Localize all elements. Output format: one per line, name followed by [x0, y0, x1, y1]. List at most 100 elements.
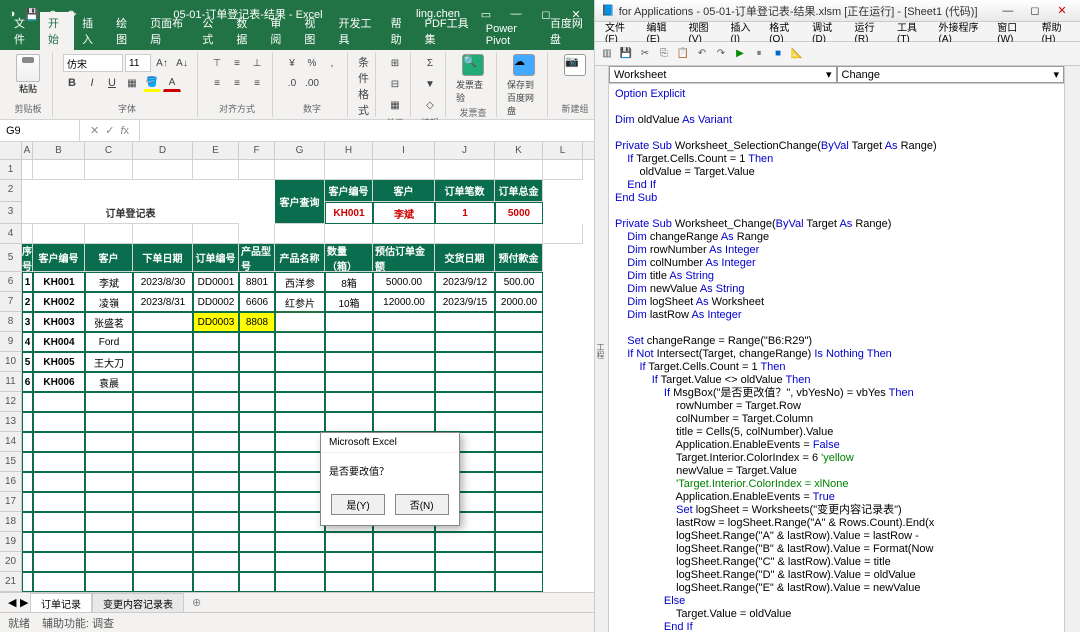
empty-cell[interactable] [275, 432, 325, 452]
align-middle-icon[interactable]: ≡ [228, 54, 246, 72]
ribbon-tab-6[interactable]: 数据 [228, 12, 262, 50]
column-header[interactable]: B [33, 142, 85, 159]
border-icon[interactable]: ▦ [123, 74, 141, 92]
empty-cell[interactable] [239, 472, 275, 492]
cell[interactable] [275, 224, 325, 244]
data-cell[interactable] [275, 352, 325, 372]
bold-icon[interactable]: B [63, 74, 81, 92]
data-cell[interactable] [133, 372, 193, 392]
empty-cell[interactable] [193, 432, 239, 452]
data-cell[interactable] [239, 332, 275, 352]
empty-cell[interactable] [275, 552, 325, 572]
empty-cell[interactable] [22, 532, 33, 552]
empty-cell[interactable] [435, 412, 495, 432]
empty-cell[interactable] [22, 432, 33, 452]
vba-view-excel-icon[interactable]: ▥ [599, 46, 615, 62]
currency-icon[interactable]: ¥ [283, 54, 301, 72]
data-cell[interactable] [133, 332, 193, 352]
table-header-cell[interactable]: 下单日期 [133, 244, 193, 272]
data-cell[interactable] [373, 372, 435, 392]
invoice-check-button[interactable]: 🔍发票查验 [456, 54, 490, 104]
data-cell[interactable]: 李斌 [85, 272, 133, 292]
data-cell[interactable]: Ford [85, 332, 133, 352]
percent-icon[interactable]: % [303, 54, 321, 72]
empty-cell[interactable] [495, 572, 543, 592]
table-header-cell[interactable]: 序号 [22, 244, 33, 272]
empty-cell[interactable] [85, 552, 133, 572]
row-header[interactable]: 16 [0, 472, 22, 492]
column-header[interactable]: F [239, 142, 275, 159]
empty-cell[interactable] [33, 512, 85, 532]
vba-vertical-scrollbar[interactable] [1064, 66, 1080, 632]
row-header[interactable]: 1 [0, 160, 22, 180]
align-right-icon[interactable]: ≡ [248, 74, 266, 92]
align-bottom-icon[interactable]: ⊥ [248, 54, 266, 72]
empty-cell[interactable] [193, 472, 239, 492]
cell[interactable] [33, 224, 85, 244]
empty-cell[interactable] [239, 392, 275, 412]
empty-cell[interactable] [133, 512, 193, 532]
vba-save-icon[interactable]: 💾 [618, 46, 634, 62]
vba-object-dropdown[interactable]: Worksheet▾ [609, 66, 837, 83]
font-size-select[interactable]: 11 [125, 54, 151, 72]
empty-cell[interactable] [85, 472, 133, 492]
cell[interactable] [133, 224, 193, 244]
insert-icon[interactable]: ⊞ [386, 54, 404, 72]
empty-cell[interactable] [133, 532, 193, 552]
empty-cell[interactable] [239, 512, 275, 532]
ribbon-tab-11[interactable]: PDF工具集 [417, 12, 478, 50]
empty-cell[interactable] [239, 432, 275, 452]
empty-cell[interactable] [33, 392, 85, 412]
row-header[interactable]: 7 [0, 292, 22, 312]
column-header[interactable]: H [325, 142, 373, 159]
new-sheet-icon[interactable]: ⊕ [184, 596, 209, 609]
table-header-cell[interactable]: 订单编号 [193, 244, 239, 272]
data-cell[interactable]: 5000.00 [373, 272, 435, 292]
cell[interactable] [239, 160, 275, 180]
increase-decimal-icon[interactable]: .0 [283, 74, 301, 92]
enter-icon[interactable]: ✓ [105, 124, 114, 137]
data-cell[interactable]: 王大刀 [85, 352, 133, 372]
empty-cell[interactable] [22, 572, 33, 592]
row-header[interactable]: 21 [0, 572, 22, 592]
vba-undo-icon[interactable]: ↶ [694, 46, 710, 62]
data-cell[interactable]: 西洋参 [275, 272, 325, 292]
row-header[interactable]: 8 [0, 312, 22, 332]
vba-paste-icon[interactable]: 📋 [675, 46, 691, 62]
vba-cut-icon[interactable]: ✂ [637, 46, 653, 62]
column-header[interactable]: L [543, 142, 583, 159]
row-header[interactable]: 17 [0, 492, 22, 512]
data-cell[interactable]: 3 [22, 312, 33, 332]
data-cell[interactable]: DD0002 [193, 292, 239, 312]
empty-cell[interactable] [193, 412, 239, 432]
ribbon-tab-0[interactable]: 文件 [6, 12, 40, 50]
data-cell[interactable] [193, 352, 239, 372]
empty-cell[interactable] [495, 492, 543, 512]
empty-cell[interactable] [33, 452, 85, 472]
column-header[interactable]: C [85, 142, 133, 159]
data-cell[interactable]: 8箱 [325, 272, 373, 292]
data-cell[interactable]: 12000.00 [373, 292, 435, 312]
empty-cell[interactable] [275, 532, 325, 552]
cell[interactable] [373, 160, 435, 180]
table-header-cell[interactable]: 产品型号 [239, 244, 275, 272]
empty-cell[interactable] [435, 532, 495, 552]
empty-cell[interactable] [133, 452, 193, 472]
cell[interactable] [495, 224, 543, 244]
ribbon-tab-12[interactable]: Power Pivot [478, 20, 542, 50]
vba-code-editor[interactable]: Option Explicit Dim oldValue As Variant … [609, 84, 1064, 632]
data-cell[interactable] [435, 332, 495, 352]
empty-cell[interactable] [22, 512, 33, 532]
empty-cell[interactable] [275, 472, 325, 492]
data-cell[interactable]: DD0003 [193, 312, 239, 332]
data-cell[interactable]: 2000.00 [495, 292, 543, 312]
column-header[interactable]: D [133, 142, 193, 159]
underline-icon[interactable]: U [103, 74, 121, 92]
empty-cell[interactable] [239, 452, 275, 472]
empty-cell[interactable] [22, 552, 33, 572]
table-header-cell[interactable]: 预付款金 [495, 244, 543, 272]
ribbon-tab-7[interactable]: 审阅 [262, 12, 296, 50]
column-header[interactable]: G [275, 142, 325, 159]
empty-cell[interactable] [133, 392, 193, 412]
data-cell[interactable]: KH001 [33, 272, 85, 292]
